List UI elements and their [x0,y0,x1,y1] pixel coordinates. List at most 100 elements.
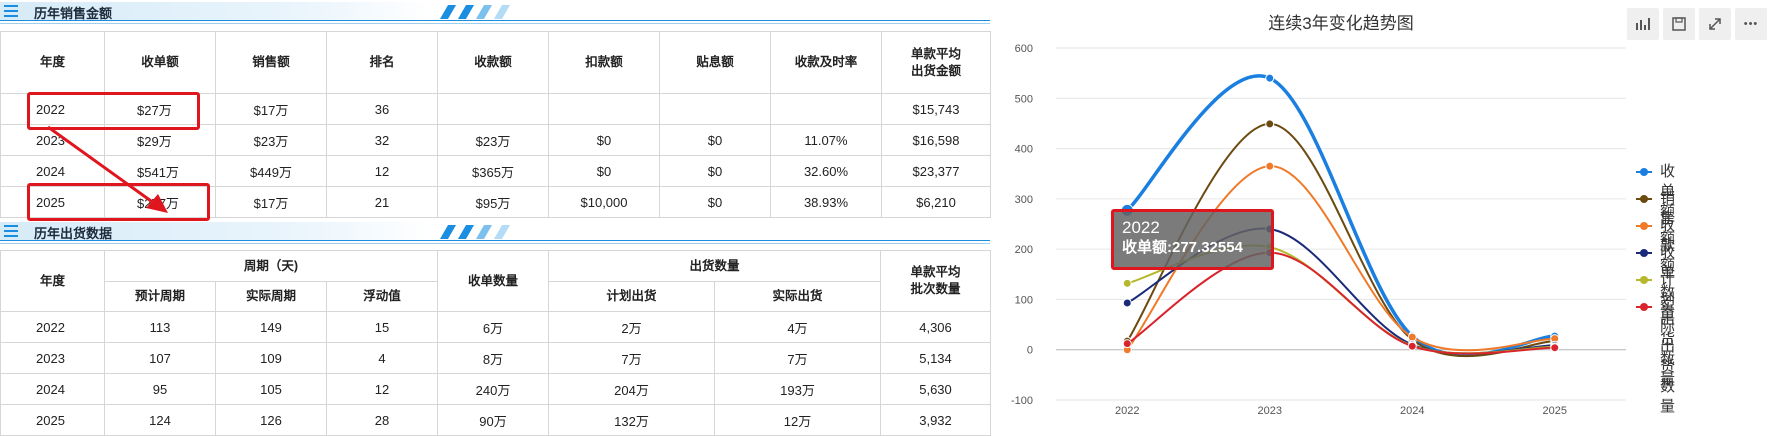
shipping-cell: 204万 [548,373,715,405]
sales-cell: $17万 [215,186,327,218]
sales-cell: $449万 [215,155,327,187]
sales-header-5: 扣款额 [548,31,660,94]
x-tick-label: 2024 [1400,405,1424,417]
header-expected-period: 预计周期 [104,281,216,312]
sales-cell [437,93,549,125]
header-order-count: 收单数量 [437,250,549,312]
shipping-cell: 2023 [0,342,105,374]
decor-stripes-icon [439,5,534,19]
shipping-cell: 12 [326,373,438,405]
sales-cell: $16,598 [881,124,991,156]
header-year: 年度 [0,250,105,312]
sales-cell: $0 [659,155,771,187]
menu-icon [4,225,18,237]
shipping-cell: 90万 [437,404,549,436]
data-point [1407,341,1417,351]
sales-header-1: 收单额 [104,31,216,94]
sales-cell: $0 [548,155,660,187]
sales-cell: $0 [659,124,771,156]
shipping-cell: 3,932 [880,404,992,436]
shipping-cell: 2万 [548,311,715,343]
shipping-cell: 149 [215,311,327,343]
shipping-cell: 15 [326,311,438,343]
tooltip-year: 2022 [1122,218,1160,237]
sales-cell: $541万 [104,155,216,187]
shipping-cell: 28 [326,404,438,436]
shipping-header-row-1: 年度 周期（天) 收单数量 出货数量 单款平均 批次数量 [0,250,992,312]
y-tick-label: 600 [1015,43,1033,55]
shipping-row: 2025 124 126 28 90万 132万 12万 3,932 [0,404,992,436]
shipping-cell: 4 [326,342,438,374]
sales-header-4: 收款额 [437,31,549,94]
y-tick-label: 400 [1015,144,1033,156]
shipping-section-header: 历年出货数据 [0,220,990,244]
menu-icon [4,5,18,17]
shipping-cell: 240万 [437,373,549,405]
sales-cell: $23万 [437,124,549,156]
shipping-cell: 5,630 [880,373,992,405]
data-point [1122,298,1132,308]
legend-swatch [1636,303,1652,311]
y-tick-label: 500 [1015,93,1033,105]
shipping-cell: 2025 [0,404,105,436]
header-ship-qty: 出货数量 [547,250,882,282]
sales-cell: $23,377 [881,155,991,187]
shipping-cell: 132万 [548,404,715,436]
sales-cell: 12 [326,155,438,187]
sales-cell [770,93,882,125]
sales-header-8: 单款平均 出货金额 [881,31,991,94]
header-actual-ship: 实际出货 [713,281,882,312]
y-tick-label: 100 [1015,294,1033,306]
sales-cell: 11.07% [770,124,882,156]
sales-cell: 21 [326,186,438,218]
shipping-cell: 109 [215,342,327,374]
shipping-cell: 4,306 [880,311,992,343]
sales-table-header-row: 年度 收单额 销售额 排名 收款额 扣款额 贴息额 收款及时率 单款平均 出货金额 [0,31,991,94]
shipping-row: 2024 95 105 12 240万 204万 193万 5,630 [0,373,992,405]
sales-cell: $0 [548,124,660,156]
legend-swatch [1636,249,1652,257]
x-tick-label: 2025 [1543,405,1567,417]
data-point [1265,73,1275,83]
y-tick-label: 0 [1027,345,1033,357]
tooltip-value: 收单额:277.32554 [1122,239,1243,256]
y-tick-label: 200 [1015,244,1033,256]
data-point [1265,119,1275,129]
shipping-row: 2022 113 149 15 6万 2万 4万 4,306 [0,311,992,343]
shipping-cell: 12万 [713,404,882,436]
shipping-cell: 95 [104,373,216,405]
sales-cell: 38.93% [770,186,882,218]
shipping-cell: 4万 [713,311,882,343]
shipping-cell: 107 [104,342,216,374]
sales-cell: $6,210 [881,186,991,218]
legend-swatch [1636,168,1652,176]
sales-header-3: 排名 [326,31,438,94]
shipping-cell: 2024 [0,373,105,405]
legend-swatch [1636,222,1652,230]
sales-cell: $0 [659,186,771,218]
header-period: 周期（天) [104,250,438,282]
highlight-box-2025 [27,183,210,221]
sales-cell: 32 [326,124,438,156]
sales-header-7: 收款及时率 [770,31,882,94]
data-point [1407,332,1417,342]
sales-cell: 2024 [0,155,105,187]
shipping-cell: 193万 [713,373,882,405]
sales-cell [548,93,660,125]
data-point [1122,278,1132,288]
shipping-cell: 2022 [0,311,105,343]
legend-swatch [1636,276,1652,284]
y-tick-label: -100 [1011,395,1033,407]
y-tick-label: 300 [1015,194,1033,206]
decor-stripes-icon [439,225,534,239]
highlight-box-2022 [27,92,200,130]
shipping-cell: 7万 [548,342,715,374]
shipping-row: 2023 107 109 4 8万 7万 7万 5,134 [0,342,992,374]
x-tick-label: 2023 [1258,405,1282,417]
sales-cell: 36 [326,93,438,125]
sales-header-0: 年度 [0,31,105,94]
sales-cell: 32.60% [770,155,882,187]
sales-cell: $365万 [437,155,549,187]
legend-swatch [1636,195,1652,203]
x-tick-label: 2022 [1115,405,1139,417]
